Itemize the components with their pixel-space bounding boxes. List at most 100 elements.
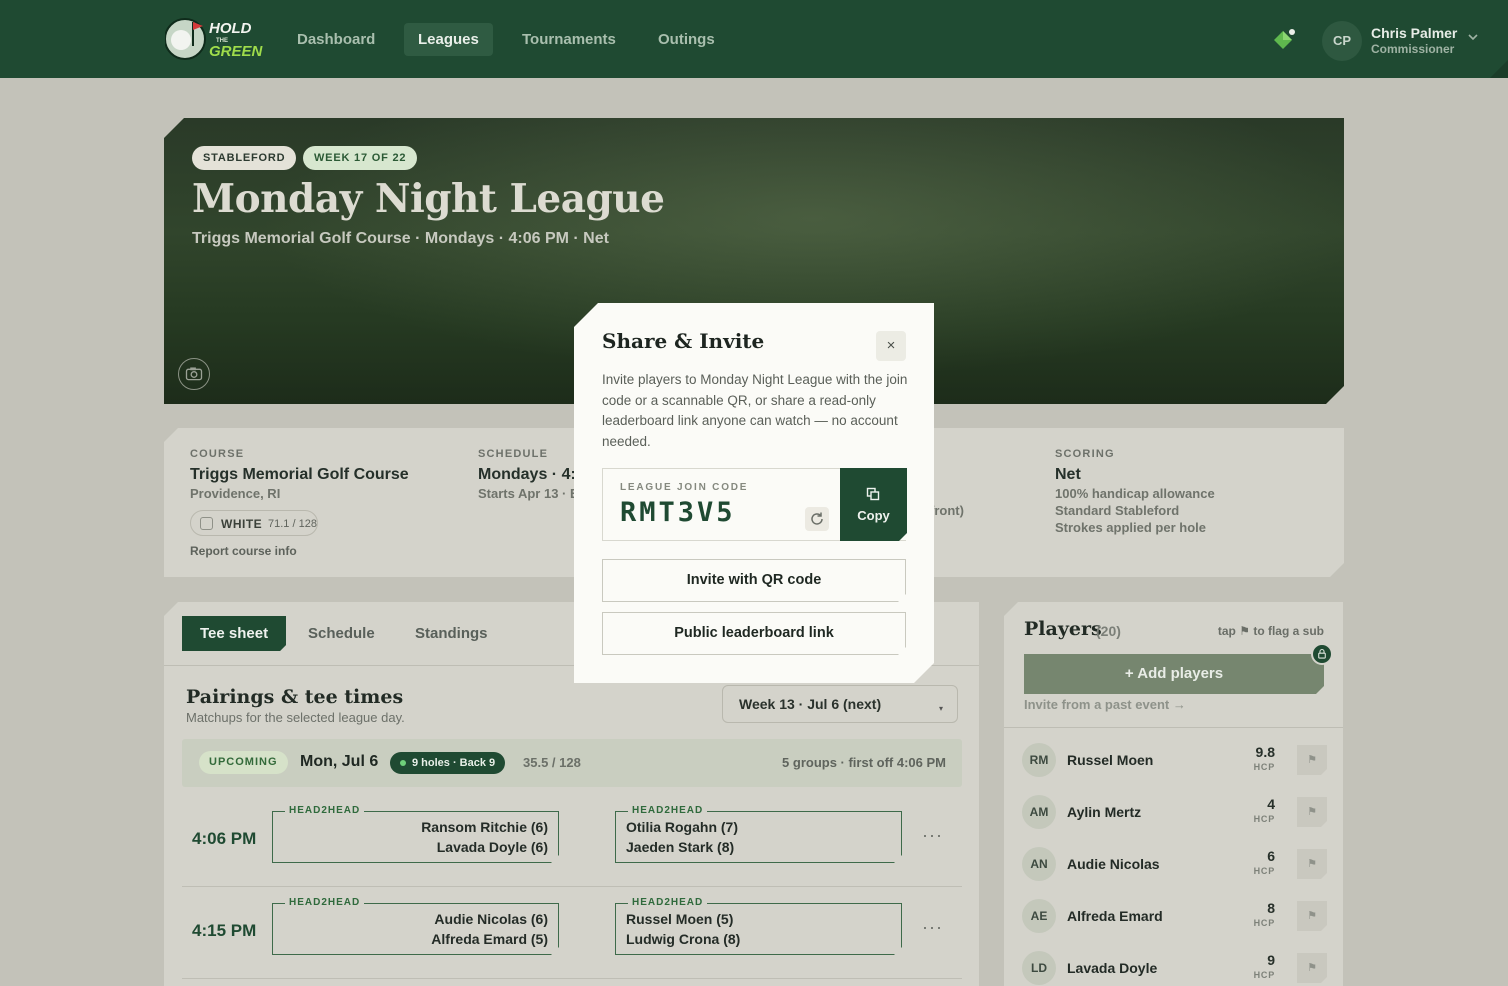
join-code-value[interactable]: RMT3V5 [620,497,736,528]
match-card[interactable]: Audie Nicolas (6) Alfreda Emard (5) [272,903,559,955]
match-type-tag: HEAD2HEAD [285,805,365,816]
nav-leagues[interactable]: Leagues [404,23,493,56]
top-nav-bar: HOLD THE GREEN Dashboard Leagues Tournam… [0,0,1508,78]
match-player: Alfreda Emard (5) [431,931,548,947]
schedule-sub: Starts Apr 13 · E [478,486,579,501]
invite-past-event-link[interactable]: Invite from a past event → [1024,697,1186,712]
hcp-label: HCP [1253,970,1275,980]
player-name: Alfreda Emard [1067,908,1163,924]
share-invite-modal: Share & Invite × Invite players to Monda… [574,303,934,683]
week-select[interactable]: Week 13 · Jul 6 (next) ▾ [722,685,958,723]
pairings-title: Pairings & tee times [186,686,404,708]
league-day-strip: UPCOMING Mon, Jul 6 9 holes · Back 9 35.… [182,739,962,787]
match-player: Audie Nicolas (6) [434,911,548,927]
hcp-label: HCP [1253,866,1275,876]
flag-icon[interactable]: ⚑ [1297,953,1327,983]
divider [1004,727,1343,728]
player-hcp: 6 [1267,848,1275,864]
tee-name: WHITE [221,517,263,531]
match-player: Russel Moen (5) [626,911,734,927]
schedule-label: SCHEDULE [478,448,549,460]
invite-qr-button[interactable]: Invite with QR code [602,559,906,602]
player-row[interactable]: AE Alfreda Emard 8 HCP ⚑ [1022,894,1327,938]
tee-checkbox[interactable] [200,517,213,530]
status-dot-icon [400,760,406,766]
chevron-down-icon[interactable] [1466,30,1480,44]
more-options-icon[interactable]: ··· [922,825,943,846]
player-avatar: AM [1022,795,1056,829]
nav-dashboard[interactable]: Dashboard [283,23,389,56]
players-panel: Players (20) tap ⚑ to flag a sub + Add p… [1004,602,1343,986]
match-player: Ludwig Crona (8) [626,931,741,947]
flag-icon[interactable]: ⚑ [1297,797,1327,827]
scoring-main: Net [1055,466,1081,483]
match-player: Otilia Rogahn (7) [626,819,738,835]
scoring-line: 100% handicap allowance [1055,486,1215,501]
course-label: COURSE [190,448,245,460]
corner-fold [1490,60,1508,78]
flag-icon[interactable]: ⚑ [1297,849,1327,879]
more-options-icon[interactable]: ··· [922,917,943,938]
nav-outings[interactable]: Outings [644,23,729,56]
player-name: Aylin Mertz [1067,804,1142,820]
schedule-main: Mondays · 4:0 [478,466,585,483]
public-leaderboard-button[interactable]: Public leaderboard link [602,612,906,655]
tab-standings[interactable]: Standings [397,616,506,651]
add-players-button[interactable]: + Add players [1024,654,1324,694]
scoring-line: Standard Stableford [1055,503,1180,518]
flag-icon[interactable]: ⚑ [1297,901,1327,931]
week-badge: WEEK 17 OF 22 [303,146,417,170]
copy-label: Copy [857,508,890,523]
hcp-label: HCP [1253,762,1275,772]
caret-down-icon: ▾ [938,704,943,713]
player-avatar: AE [1022,899,1056,933]
match-type-tag: HEAD2HEAD [628,897,708,908]
week-select-value: Week 13 · Jul 6 (next) [739,696,882,712]
camera-icon[interactable] [178,358,210,390]
copy-button[interactable]: Copy [840,468,907,541]
holes-text: 9 holes · Back 9 [412,757,496,769]
tee-time: 4:15 PM [192,921,257,940]
hcp-label: HCP [1253,814,1275,824]
flag-hint: tap ⚑ to flag a sub [1217,624,1324,638]
match-card[interactable]: Otilia Rogahn (7) Jaeden Stark (8) [615,811,902,863]
holes-badge: 9 holes · Back 9 [390,752,506,774]
refresh-icon[interactable] [805,507,829,531]
pairings-subtitle: Matchups for the selected league day. [186,710,405,725]
course-location: Providence, RI [190,486,281,501]
join-code-box: LEAGUE JOIN CODE RMT3V5 Copy [602,468,906,541]
league-title: Monday Night League [192,176,665,222]
player-row[interactable]: AN Audie Nicolas 6 HCP ⚑ [1022,842,1327,886]
match-card[interactable]: Russel Moen (5) Ludwig Crona (8) [615,903,902,955]
player-row[interactable]: RM Russel Moen 9.8 HCP ⚑ [1022,738,1327,782]
gem-icon[interactable] [1272,28,1296,52]
player-name: Audie Nicolas [1067,856,1160,872]
tab-schedule[interactable]: Schedule [290,616,393,651]
tee-chip[interactable]: WHITE 71.1 / 128 [190,510,318,536]
match-type-tag: HEAD2HEAD [285,897,365,908]
flag-icon[interactable]: ⚑ [1297,745,1327,775]
nav-tournaments[interactable]: Tournaments [508,23,630,56]
tee-rating: 71.1 / 128 [268,518,317,530]
user-avatar[interactable]: CP [1322,21,1362,61]
player-avatar: RM [1022,743,1056,777]
player-row[interactable]: LD Lavada Doyle 9 HCP ⚑ [1022,946,1327,986]
day-date: Mon, Jul 6 [300,753,379,770]
tab-tee-sheet[interactable]: Tee sheet [182,616,286,651]
status-badge: UPCOMING [199,751,288,774]
player-hcp: 9 [1267,952,1275,968]
report-course-link[interactable]: Report course info [190,544,297,558]
day-rating: 35.5 / 128 [523,755,581,770]
tee-time: 4:06 PM [192,829,257,848]
join-code-label: LEAGUE JOIN CODE [620,482,749,493]
user-name[interactable]: Chris Palmer [1371,25,1457,41]
close-icon[interactable]: × [876,331,906,361]
format-badge: STABLEFORD [192,146,296,170]
tee-time-row: 4:15 PM Audie Nicolas (6) Alfreda Emard … [182,887,962,979]
groups-info: 5 groups · first off 4:06 PM [782,755,946,770]
tee-time-row: 4:06 PM Ransom Ritchie (6) Lavada Doyle … [182,795,962,887]
match-card[interactable]: Ransom Ritchie (6) Lavada Doyle (6) [272,811,559,863]
hold-the-green-logo[interactable]: HOLD THE GREEN [165,16,263,62]
scoring-label: SCORING [1055,448,1115,460]
player-row[interactable]: AM Aylin Mertz 4 HCP ⚑ [1022,790,1327,834]
